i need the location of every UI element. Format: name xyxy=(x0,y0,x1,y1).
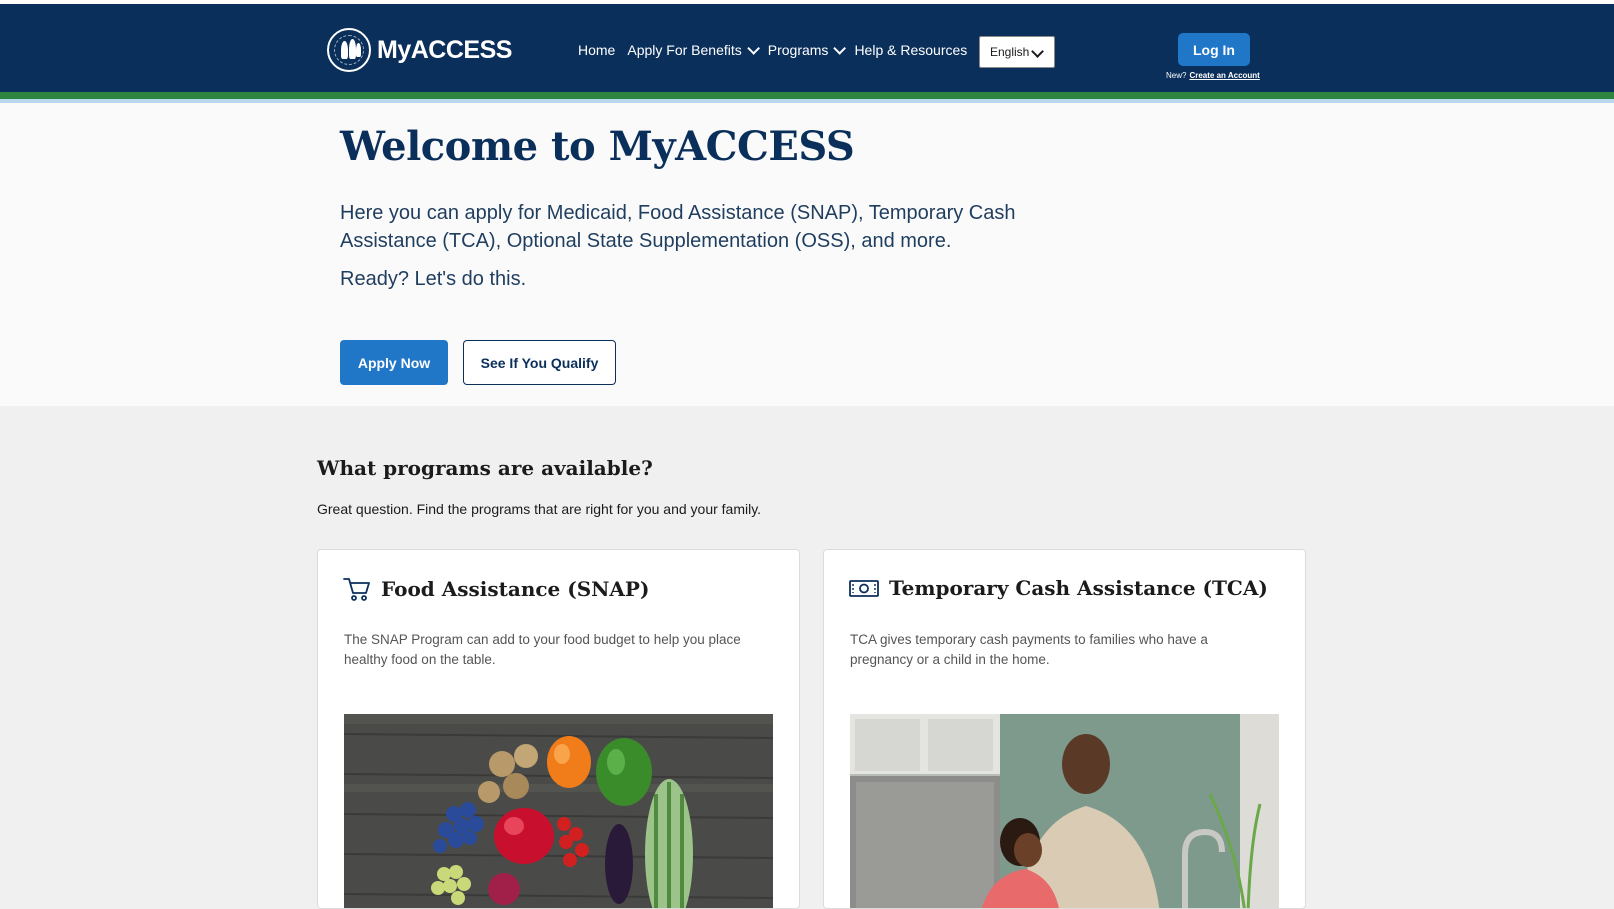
family-kitchen-image xyxy=(850,714,1279,908)
program-card-snap[interactable]: Food Assistance (SNAP) The SNAP Program … xyxy=(317,549,800,909)
new-label: New? xyxy=(1166,71,1187,80)
nav-programs[interactable]: Programs xyxy=(767,41,847,58)
apply-now-button[interactable]: Apply Now xyxy=(340,340,448,385)
card-description: TCA gives temporary cash payments to fam… xyxy=(850,632,1208,667)
vegetables-image xyxy=(344,714,773,908)
chevron-down-icon xyxy=(833,41,847,55)
nav-apply-label: Apply For Benefits xyxy=(627,42,742,58)
programs-subheading: Great question. Find the programs that a… xyxy=(317,501,762,517)
login-button[interactable]: Log In xyxy=(1178,33,1250,66)
see-if-you-qualify-button[interactable]: See If You Qualify xyxy=(463,340,616,385)
hero-section: Welcome to MyACCESS Here you can apply f… xyxy=(0,103,1614,406)
site-logo[interactable]: MyACCESS xyxy=(327,28,512,72)
create-account-link[interactable]: Create an Account xyxy=(1189,71,1259,80)
program-card-tca[interactable]: Temporary Cash Assistance (TCA) TCA give… xyxy=(823,549,1306,909)
new-account-prompt: New? Create an Account xyxy=(1166,71,1260,80)
apply-now-label: Apply Now xyxy=(357,354,431,371)
card-title: Temporary Cash Assistance (TCA) xyxy=(889,576,1268,600)
nav-home[interactable]: Home xyxy=(578,42,615,58)
site-header: MyACCESS Home Apply For Benefits Program… xyxy=(0,0,1614,92)
see-if-you-qualify-label: See If You Qualify xyxy=(480,354,599,371)
card-title: Food Assistance (SNAP) xyxy=(381,577,650,601)
card-header: Temporary Cash Assistance (TCA) xyxy=(849,576,1268,600)
hero-description: Here you can apply for Medicaid, Food As… xyxy=(340,202,1016,252)
language-selected: English xyxy=(990,45,1030,59)
nav-help-label: Help & Resources xyxy=(854,42,968,58)
hero-ready-text: Ready? Let's do this. xyxy=(340,268,527,290)
state-seal-icon xyxy=(327,28,371,72)
card-description: The SNAP Program can add to your food bu… xyxy=(344,632,741,667)
nav-apply-for-benefits[interactable]: Apply For Benefits xyxy=(627,41,760,58)
nav-help-resources[interactable]: Help & Resources xyxy=(854,42,967,58)
logo-text: MyACCESS xyxy=(377,35,512,64)
login-label: Log In xyxy=(1193,41,1235,58)
page-title: Welcome to MyACCESS xyxy=(340,123,855,170)
card-header: Food Assistance (SNAP) xyxy=(343,576,649,602)
main-nav: Home Apply For Benefits Programs Help & … xyxy=(578,41,967,58)
shopping-cart-icon xyxy=(343,578,370,601)
header-accent-stripe xyxy=(0,92,1614,99)
chevron-down-icon xyxy=(1031,45,1044,58)
programs-heading: What programs are available? xyxy=(317,456,653,480)
nav-home-label: Home xyxy=(578,42,616,58)
nav-programs-label: Programs xyxy=(767,42,829,58)
chevron-down-icon xyxy=(747,41,760,55)
language-select[interactable]: English xyxy=(979,36,1055,68)
cash-icon xyxy=(849,580,879,597)
